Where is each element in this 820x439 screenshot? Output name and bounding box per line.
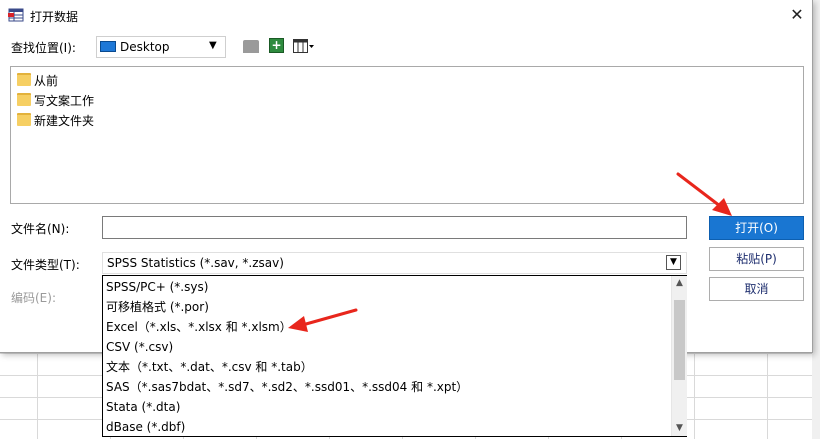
close-icon[interactable]: ✕ [786,5,808,25]
file-list[interactable]: 从前 写文案工作 新建文件夹 [10,66,804,204]
folder-icon [17,113,31,126]
filetype-dropdown-list[interactable]: SPSS/PC+ (*.sys) 可移植格式 (*.por) Excel（*.x… [102,275,687,437]
paste-button[interactable]: 粘贴(P) [709,247,804,271]
file-name: 写文案工作 [34,94,95,108]
up-folder-icon[interactable] [243,40,259,53]
title-bar: 打开数据 ✕ [0,0,812,30]
dropdown-option[interactable]: CSV (*.csv) [106,337,173,357]
dropdown-option[interactable]: SPSS/PC+ (*.sys) [106,277,208,297]
new-folder-icon[interactable]: + [269,38,284,53]
folder-icon [17,93,31,106]
dropdown-scrollbar[interactable]: ▲ ▼ [671,276,687,436]
file-name: 从前 [34,74,59,88]
filetype-selected: SPSS Statistics (*.sav, *.zsav) [107,256,284,270]
dropdown-option[interactable]: Excel（*.xls、*.xlsx 和 *.xlsm） [106,317,292,337]
filename-input[interactable] [102,216,687,239]
view-menu-icon[interactable] [293,39,315,54]
dropdown-option[interactable]: 文本（*.txt、*.dat、*.csv 和 *.tab） [106,357,313,377]
desktop-icon [100,41,116,52]
cancel-button[interactable]: 取消 [709,277,804,301]
encoding-label: 编码(E): [11,291,56,305]
chevron-down-icon[interactable]: ▼ [666,255,681,270]
lookin-combo[interactable]: Desktop ▼ [96,36,226,58]
folder-icon [17,73,31,86]
scroll-down-icon[interactable]: ▼ [672,421,687,436]
background-edge [812,0,820,439]
dropdown-option[interactable]: dBase (*.dbf) [106,417,185,437]
open-button[interactable]: 打开(O) [709,216,804,240]
chevron-down-icon: ▼ [209,40,217,51]
dialog-title: 打开数据 [30,10,79,24]
spss-data-icon [8,8,24,22]
lookin-value: Desktop [120,40,170,54]
scroll-up-icon[interactable]: ▲ [672,276,687,291]
dropdown-option[interactable]: 可移植格式 (*.por) [106,297,209,317]
filetype-label: 文件类型(T): [11,258,80,272]
dropdown-option[interactable]: Stata (*.dta) [106,397,180,417]
scroll-thumb[interactable] [674,300,685,380]
file-name: 新建文件夹 [34,114,95,128]
lookin-label: 查找位置(I): [11,41,76,55]
dropdown-option[interactable]: SAS（*.sas7bdat、*.sd7、*.sd2、*.ssd01、*.ssd… [106,377,468,397]
filename-label: 文件名(N): [11,222,70,236]
filetype-select[interactable]: SPSS Statistics (*.sav, *.zsav) ▼ [102,252,687,274]
